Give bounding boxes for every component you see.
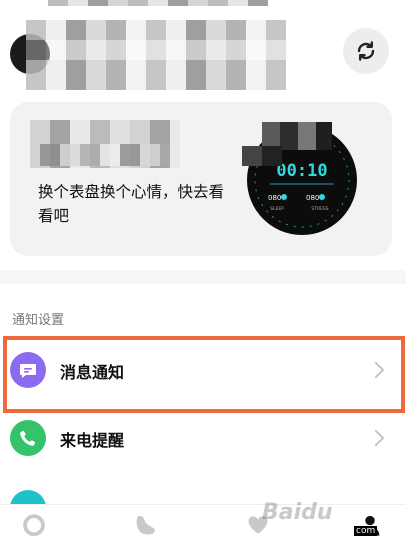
- section-title: 通知设置: [12, 313, 65, 328]
- watchface-promo-card[interactable]: 换个表盘换个心情，快去看看吧 00:10 080 080 SLEEP STRES…: [10, 102, 392, 256]
- profile-row: [0, 20, 406, 90]
- pixelated-watch-left: [242, 146, 282, 166]
- pixelated-header-text: [48, 0, 268, 6]
- ring-icon: [23, 514, 45, 537]
- watermark-logo: Baidu: [262, 500, 333, 525]
- watch-stat-right: 080: [306, 194, 319, 202]
- pixelated-device-name: [26, 20, 286, 90]
- watermark-sub: com: [354, 526, 378, 536]
- pixelated-promo-title-2: [40, 144, 170, 166]
- nav-item-home[interactable]: [14, 513, 54, 550]
- list-item-label: 来电提醒: [60, 431, 125, 450]
- shoe-icon: [136, 515, 155, 535]
- promo-text: 换个表盘换个心情，快去看看吧: [38, 183, 225, 225]
- watch-time: 00:10: [276, 161, 327, 181]
- sync-button[interactable]: [343, 28, 389, 74]
- section-divider: [0, 270, 406, 284]
- watch-label-right: STRESS: [311, 206, 328, 212]
- highlight-annotation: [3, 336, 405, 413]
- list-item-call-reminder[interactable]: 来电提醒: [0, 408, 406, 468]
- watch-stat-left: 080: [268, 194, 281, 202]
- sync-icon: [357, 41, 375, 61]
- top-strip: [0, 0, 406, 8]
- chevron-right-icon: [375, 430, 384, 446]
- bottom-navigation: [0, 504, 406, 550]
- phone-icon: [10, 420, 46, 456]
- nav-item-sport[interactable]: [126, 513, 166, 550]
- watch-label-left: SLEEP: [270, 206, 284, 212]
